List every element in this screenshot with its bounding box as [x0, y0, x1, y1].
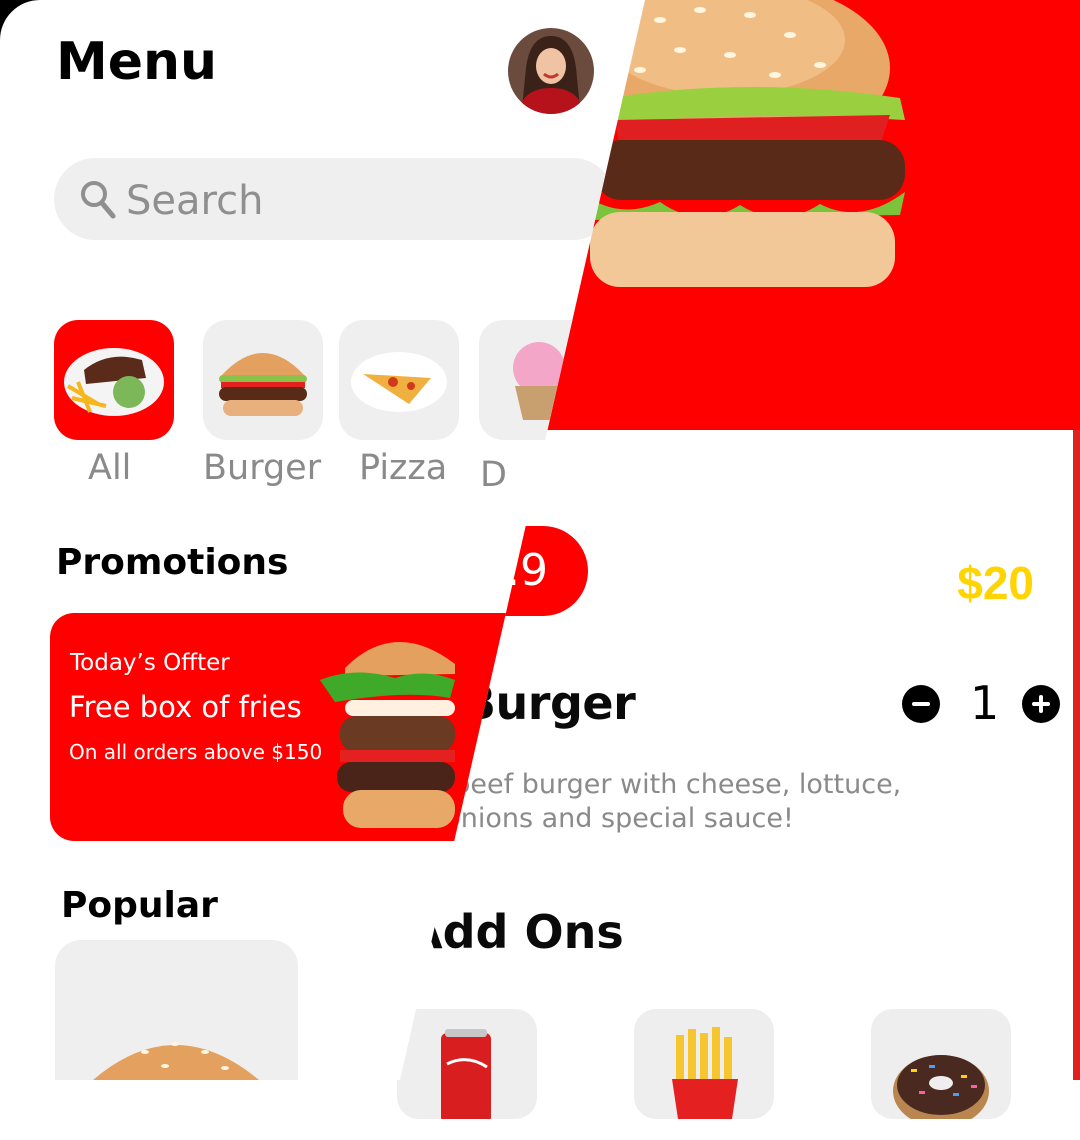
promo-subline: On all orders above $150 [69, 740, 323, 764]
user-avatar-icon [508, 28, 594, 114]
frame-edge [1073, 430, 1080, 1080]
search-input[interactable]: Search [126, 178, 263, 224]
category-label-pizza: Pizza [359, 448, 448, 488]
burger-icon [219, 353, 307, 416]
addon-cola[interactable] [397, 1009, 537, 1119]
quantity-value: 1 [970, 676, 1000, 730]
category-all[interactable] [54, 320, 174, 440]
increase-quantity-button[interactable] [1022, 685, 1060, 723]
promotions-title: Promotions [56, 542, 289, 583]
addons-title: Add Ons [407, 905, 624, 959]
product-price: $20 [957, 557, 1034, 609]
page-title: Menu [56, 32, 218, 92]
promo-burger-icon [320, 641, 455, 828]
pizza-slice-icon [351, 352, 447, 412]
category-label-dessert: D [480, 455, 507, 495]
popular-title: Popular [61, 885, 218, 926]
fries-icon [672, 1027, 738, 1119]
addon-donut[interactable] [871, 1009, 1011, 1119]
burger-icon [93, 1042, 259, 1080]
category-label-all: All [88, 448, 132, 488]
avatar[interactable] [508, 28, 594, 114]
category-label-burger: Burger [203, 448, 322, 488]
cola-can-icon [441, 1029, 491, 1119]
search-icon [81, 181, 116, 219]
addon-fries[interactable] [634, 1009, 774, 1119]
category-pizza[interactable] [339, 320, 459, 440]
category-burger[interactable] [203, 320, 323, 440]
decrease-quantity-button[interactable] [902, 685, 940, 723]
donut-icon [893, 1055, 989, 1119]
promo-kicker: Today’s Offter [70, 650, 230, 676]
popular-item-card[interactable] [55, 940, 298, 1080]
ribs-plate-icon [64, 348, 164, 416]
promo-headline: Free box of fries [69, 690, 302, 724]
